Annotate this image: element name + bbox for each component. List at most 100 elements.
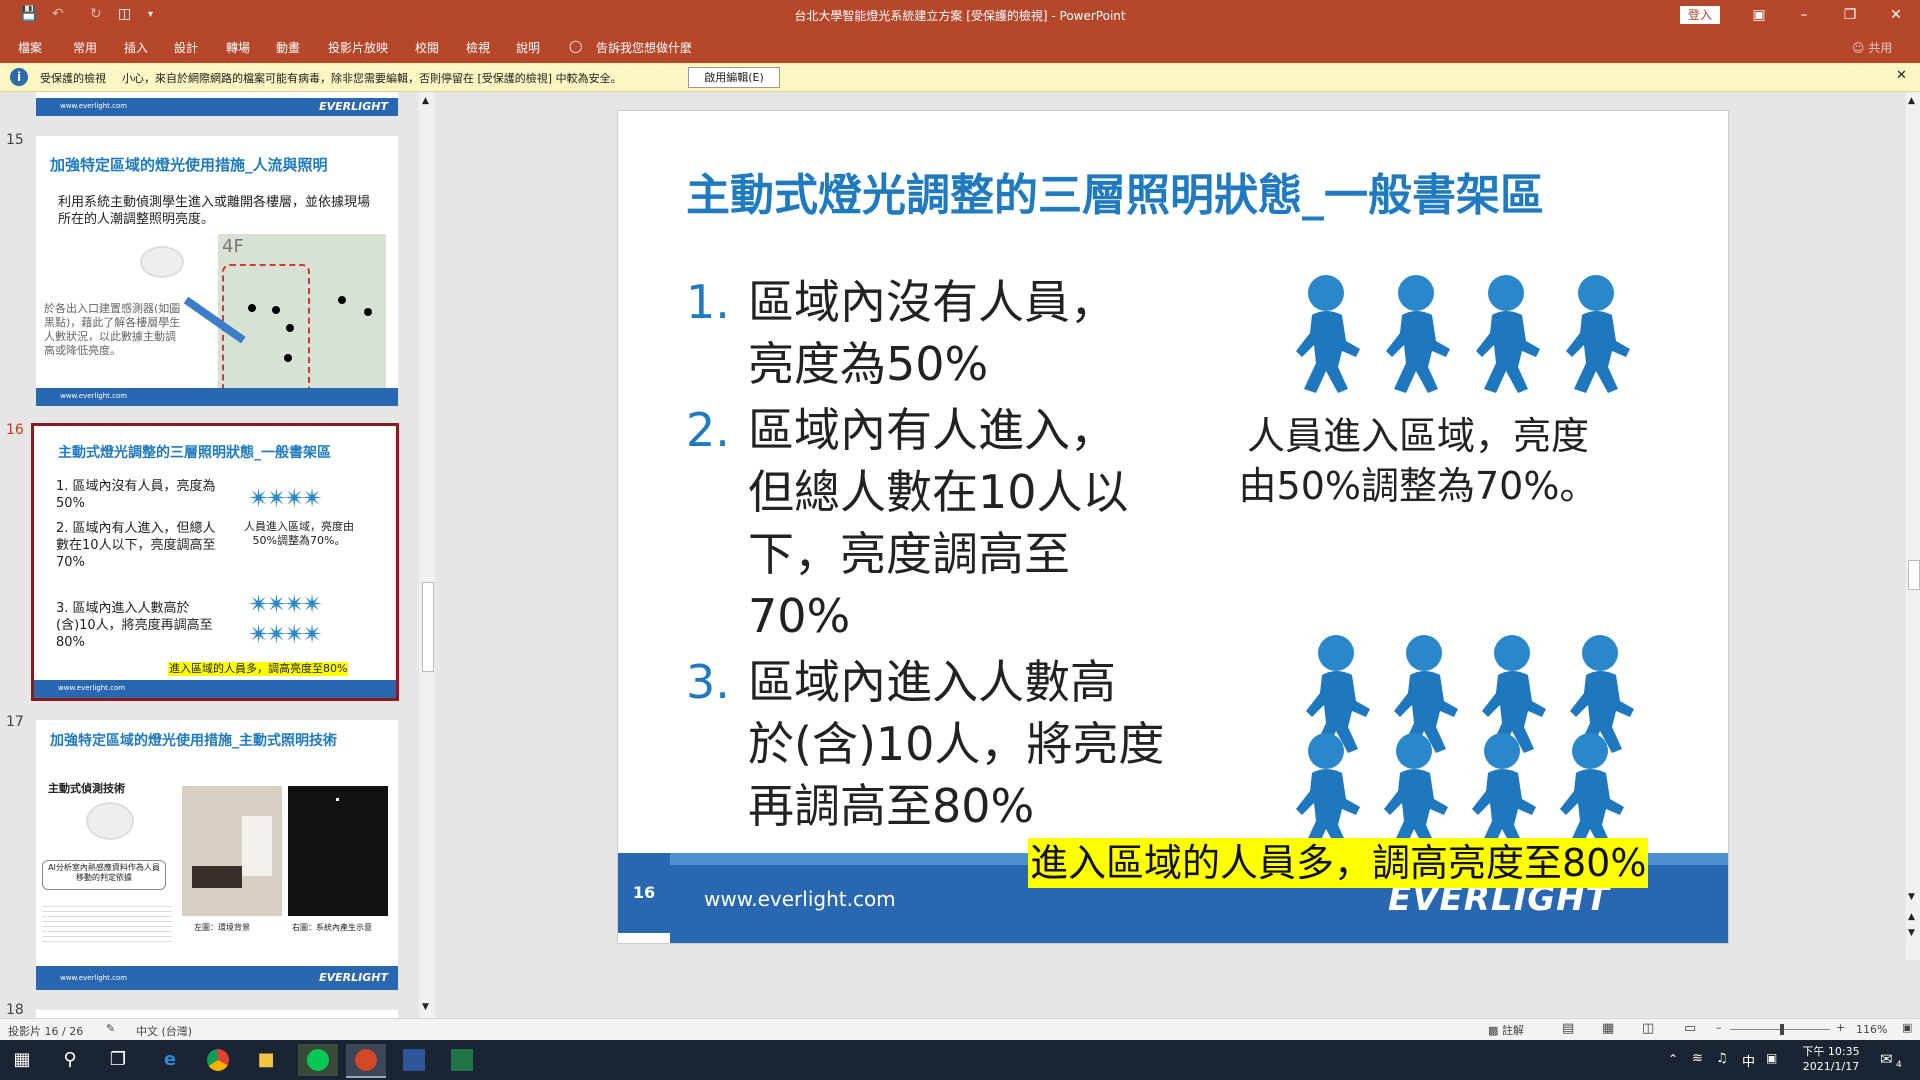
tab-insert[interactable]: 插入 (124, 39, 148, 56)
search-icon[interactable]: ⚲ (50, 1044, 90, 1076)
tray-chevron-icon[interactable]: ⌃ (1668, 1052, 1678, 1066)
thumbnail-title: 加強特定區域的燈光使用措施_主動式照明技術 (50, 733, 337, 749)
protected-view-title: 受保護的檢視 (40, 72, 106, 85)
thumbnail-number-15: 15 (6, 132, 24, 148)
tab-home[interactable]: 常用 (73, 39, 97, 56)
volume-icon[interactable]: ♫ (1716, 1051, 1728, 1066)
zoom-slider[interactable] (1730, 1024, 1830, 1035)
zoom-slider-thumb[interactable] (1780, 1024, 1784, 1035)
thumbnail-fine-print (42, 902, 172, 942)
item-line: 但總人數在10人以 (748, 465, 1129, 519)
fit-to-window-icon[interactable]: ▣ (1902, 1021, 1912, 1034)
zoom-in-icon[interactable]: + (1836, 1021, 1845, 1034)
tab-file[interactable]: 檔案 (18, 39, 42, 56)
slide-sorter-icon[interactable]: ▦ (1602, 1021, 1614, 1036)
signin-button[interactable]: 登入 (1680, 6, 1720, 24)
line-icon[interactable] (298, 1044, 338, 1076)
slide-title: 主動式燈光調整的三層照明狀態_一般書架區 (686, 170, 1544, 221)
tab-help[interactable]: 說明 (516, 39, 540, 56)
tab-slideshow[interactable]: 投影片放映 (328, 39, 388, 56)
close-bar-icon[interactable]: ✕ (1896, 68, 1907, 83)
zoom-out-icon[interactable]: – (1716, 1021, 1722, 1034)
clock-date: 2021/1/17 (1802, 1060, 1860, 1073)
info-icon: i (10, 68, 28, 86)
item-text: 區域內有人進入， 但總人數在10人以 下，亮度調高至 70% (748, 399, 1129, 647)
tab-view[interactable]: 檢視 (466, 39, 490, 56)
highlight-text: 進入區域的人員多，調高亮度至80% (1028, 838, 1649, 888)
thumbnail-url: www.everlight.com (58, 684, 126, 692)
windows-start-icon[interactable]: ▦ (2, 1044, 42, 1076)
close-button[interactable]: ✕ (1882, 4, 1910, 26)
person-icon (1394, 635, 1458, 753)
share-button[interactable]: ☺ 共用 (1852, 39, 1892, 56)
scrollbar-thumb[interactable] (1908, 560, 1920, 590)
word-icon[interactable] (394, 1044, 434, 1076)
room-photo (182, 786, 282, 916)
thumbnail-item-1: 1. 區域內沒有人員，亮度為50% (56, 479, 216, 511)
person-icon (1570, 635, 1634, 753)
notification-icon[interactable]: ✉ (1880, 1050, 1893, 1068)
wifi-icon[interactable]: ≋ (1692, 1051, 1703, 1066)
edge-icon[interactable]: e (150, 1044, 190, 1076)
ribbon-tabs: 檔案 常用 插入 設計 轉場 動畫 投影片放映 校閱 檢視 說明 ◯ 告訴我您想… (0, 30, 1920, 63)
ime-mode-icon[interactable]: ▣ (1766, 1051, 1777, 1065)
item-line: 區域內有人進入， (748, 403, 1116, 457)
page-number-box: 16 (618, 853, 670, 933)
item-line: 下，亮度調高至 (748, 527, 1070, 581)
thumbnail-14-fragment[interactable]: www.everlight.com EVERLIGHT (36, 92, 398, 116)
thumbnail-slide-16[interactable]: 主動式燈光調整的三層照明狀態_一般書架區 1. 區域內沒有人員，亮度為50% 2… (31, 423, 399, 701)
clock[interactable]: 下午 10:35 2021/1/17 (1796, 1044, 1866, 1074)
scroll-up-icon[interactable]: ▲ (1908, 96, 1915, 106)
page-number: 16 (632, 883, 656, 902)
tab-review[interactable]: 校閱 (415, 39, 439, 56)
language-status[interactable]: 中文 (台灣) (136, 1023, 192, 1039)
tab-animations[interactable]: 動畫 (276, 39, 300, 56)
ime-indicator[interactable]: 中 (1742, 1051, 1755, 1070)
chrome-icon[interactable] (198, 1044, 238, 1076)
tell-me-search[interactable]: 告訴我您想做什麼 (596, 39, 692, 56)
thumbnail-scrollbar[interactable]: ▲ ▼ (419, 92, 435, 1018)
thumbnail-url: www.everlight.com (60, 392, 128, 400)
thumbnail-logo: EVERLIGHT (319, 971, 388, 984)
previous-slide-icon[interactable]: ▲ (1908, 912, 1915, 922)
spellcheck-icon[interactable]: ✎ (106, 1022, 115, 1035)
thumbnail-footer: www.everlight.com (34, 680, 396, 698)
window-shape (242, 816, 272, 876)
thumbnail-slide-17[interactable]: 加強特定區域的燈光使用措施_主動式照明技術 主動式偵測技術 AI分析室內熱感應資… (36, 720, 398, 990)
enable-editing-button[interactable]: 啟用編輯(E) (688, 67, 780, 88)
file-explorer-icon[interactable]: ■ (246, 1044, 286, 1076)
item-number: 3. (686, 655, 730, 709)
sensor-icon (140, 246, 184, 278)
scroll-down-icon[interactable]: ▼ (1908, 892, 1915, 902)
people-icon-group-large: ✴✴✴✴ ✴✴✴✴ (248, 590, 323, 650)
slideshow-view-icon[interactable]: ▭ (1684, 1021, 1696, 1036)
floor-plan-image: 4F (218, 234, 386, 404)
sensor-dot (284, 354, 292, 362)
restore-button[interactable]: ❐ (1836, 4, 1864, 26)
normal-view-icon[interactable]: ▤ (1562, 1021, 1574, 1036)
current-slide[interactable]: 主動式燈光調整的三層照明狀態_一般書架區 1. 區域內沒有人員， 亮度為50% … (617, 110, 1729, 944)
scroll-down-icon[interactable]: ▼ (422, 1002, 429, 1012)
item-text: 區域內進入人數高 於(含)10人，將亮度 再調高至80% (748, 651, 1164, 837)
scrollbar-thumb[interactable] (422, 582, 434, 672)
ribbon-display-icon[interactable]: ▣ (1745, 4, 1773, 26)
scroll-up-icon[interactable]: ▲ (422, 96, 429, 106)
powerpoint-icon[interactable] (346, 1044, 386, 1078)
item-number: 1. (686, 275, 730, 329)
floor-label: 4F (222, 236, 244, 257)
item-line: 於(含)10人，將亮度 (748, 717, 1165, 771)
excel-icon[interactable] (442, 1044, 482, 1076)
next-slide-icon[interactable]: ▼ (1908, 928, 1915, 938)
task-view-icon[interactable]: ❐ (98, 1044, 138, 1076)
tab-transitions[interactable]: 轉場 (226, 39, 250, 56)
tab-design[interactable]: 設計 (174, 39, 198, 56)
reading-view-icon[interactable]: ◫ (1642, 1021, 1654, 1036)
notes-button[interactable]: ▩ 註解 (1488, 1022, 1524, 1038)
slide-scrollbar[interactable]: ▲ ▼ ▲ ▼ (1906, 92, 1920, 960)
thumbnail-slide-18[interactable] (36, 1010, 398, 1018)
thumbnail-slide-15[interactable]: 加強特定區域的燈光使用措施_人流與照明 利用系統主動偵測學生進入或離開各樓層，並… (36, 136, 398, 406)
people-group-four (1296, 275, 1630, 393)
zoom-level[interactable]: 116% (1856, 1023, 1887, 1036)
minimize-button[interactable]: – (1790, 4, 1818, 26)
thumbnail-left-caption: 左圖：環境背景 (194, 923, 250, 932)
